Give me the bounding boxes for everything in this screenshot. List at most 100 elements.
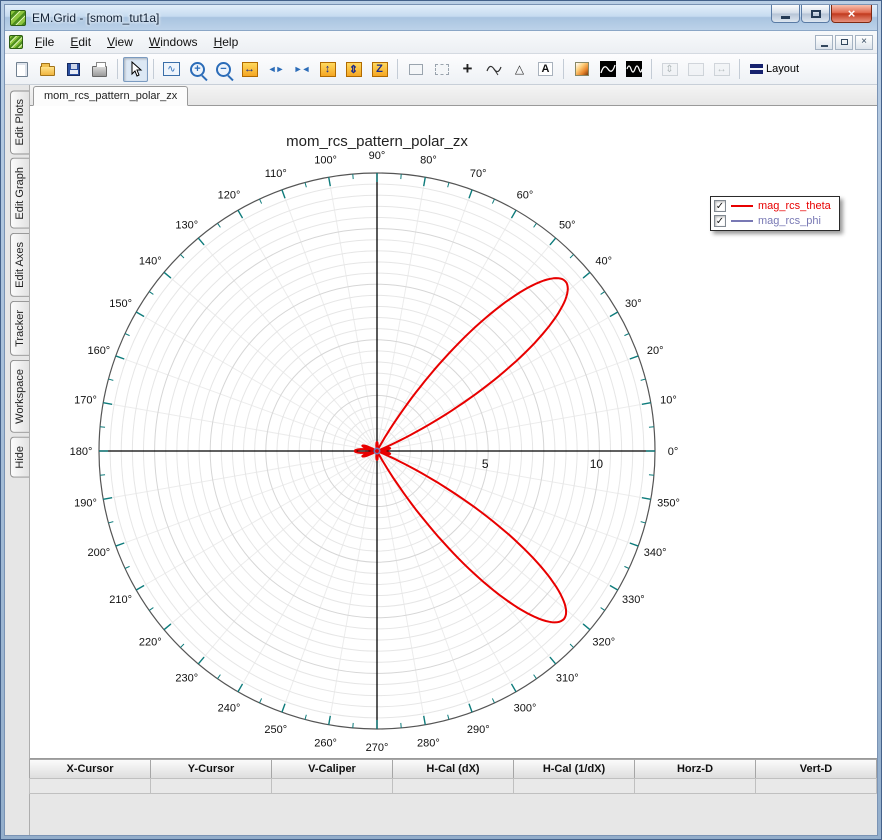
menu-bar: File Edit View Windows Help × — [5, 31, 877, 54]
minimize-button[interactable] — [771, 5, 800, 23]
title-bar[interactable]: EM.Grid - [smom_tut1a] × — [5, 5, 877, 31]
window-title: EM.Grid - [smom_tut1a] — [32, 10, 160, 25]
waveform-2-button[interactable] — [621, 57, 646, 82]
open-button[interactable] — [35, 57, 60, 82]
pan-vertical-button[interactable]: ⇕ — [341, 57, 366, 82]
crosshair-tool-icon: + — [462, 59, 473, 78]
child-window-icon[interactable] — [9, 35, 23, 49]
angle-tick — [624, 565, 630, 569]
angle-label-280: 280° — [417, 738, 440, 750]
collapse-horizontal-button[interactable]: ►◄ — [289, 57, 314, 82]
angle-tick — [163, 271, 172, 279]
sidebar-tab-edit-graph[interactable]: Edit Graph — [10, 158, 29, 230]
angle-tick — [549, 656, 557, 665]
print-button[interactable] — [87, 57, 112, 82]
child-minimize-icon — [820, 44, 828, 47]
angle-label-90: 90° — [369, 150, 386, 162]
angle-tick — [180, 254, 185, 259]
layout-button[interactable]: Layout — [745, 57, 804, 82]
angle-label-310: 310° — [556, 673, 579, 685]
value-y-cursor — [150, 778, 272, 794]
angle-label-350: 350° — [657, 497, 680, 509]
angle-label-20: 20° — [647, 345, 664, 357]
text-tool-button[interactable]: A — [533, 57, 558, 82]
marker-tool-button[interactable]: △ — [507, 57, 532, 82]
radius-label-10: 10 — [590, 457, 604, 471]
legend-checkbox-mag-rcs-phi[interactable]: ✓ — [714, 215, 726, 227]
waveform-1-button[interactable] — [595, 57, 620, 82]
legend-line-sample — [731, 205, 753, 207]
colormap-button[interactable] — [569, 57, 594, 82]
sidebar-tab-edit-plots[interactable]: Edit Plots — [10, 90, 29, 155]
angle-tick — [180, 643, 185, 648]
close-button[interactable]: × — [831, 5, 872, 23]
bottom-filler — [30, 794, 877, 835]
mdi-window-controls: × — [813, 34, 873, 50]
fit-vertical-button: ⇕ — [657, 57, 682, 82]
expand-vertical-button[interactable]: ↕ — [315, 57, 340, 82]
content-area: mom_rcs_pattern_polar_zx mom_rcs_pattern… — [29, 85, 877, 835]
sidebar-tab-tracker[interactable]: Tracker — [10, 300, 29, 356]
zoom-region-button[interactable]: ∿ — [159, 57, 184, 82]
angle-label-140: 140° — [139, 256, 162, 268]
app-icon — [10, 9, 26, 26]
angle-tick — [259, 198, 263, 204]
angle-label-110: 110° — [265, 168, 287, 180]
pan-horizontal-button[interactable]: ◄► — [263, 57, 288, 82]
menu-edit[interactable]: Edit — [62, 32, 99, 52]
legend-label: mag_rcs_theta — [758, 200, 831, 212]
sidebar-tab-hide[interactable]: Hide — [10, 436, 29, 478]
menu-file[interactable]: File — [27, 32, 62, 52]
tracker-tool-button[interactable] — [481, 57, 506, 82]
angle-tick — [135, 311, 145, 318]
angle-label-80: 80° — [420, 154, 437, 166]
autoscale-button[interactable]: Z — [367, 57, 392, 82]
zoom-out-button[interactable]: − — [211, 57, 236, 82]
angle-tick — [124, 565, 130, 569]
new-document-icon — [15, 61, 28, 77]
maximize-button[interactable] — [801, 5, 830, 23]
colormap-icon — [574, 62, 589, 76]
sidebar-tab-edit-axes[interactable]: Edit Axes — [10, 233, 29, 297]
header-y-cursor: Y-Cursor — [150, 759, 272, 779]
angle-label-220: 220° — [139, 636, 162, 648]
zoom-region-icon: ∿ — [163, 62, 180, 76]
angle-tick — [641, 497, 651, 500]
expand-horizontal-button[interactable]: ↔ — [237, 57, 262, 82]
angle-label-170: 170° — [74, 395, 97, 407]
rect-select-tool-button[interactable] — [403, 57, 428, 82]
child-minimize-button[interactable] — [815, 34, 833, 50]
crosshair-tool-button[interactable]: + — [455, 57, 480, 82]
angle-label-70: 70° — [470, 168, 487, 180]
region-tool-button[interactable] — [429, 57, 454, 82]
angle-label-230: 230° — [175, 673, 198, 685]
child-restore-button[interactable] — [835, 34, 853, 50]
menu-view[interactable]: View — [99, 32, 141, 52]
expand-vertical-icon: ↕ — [319, 61, 336, 77]
value-horz-d — [634, 778, 756, 794]
angle-tick — [103, 402, 113, 405]
header-v-caliper: V-Caliper — [271, 759, 393, 779]
child-restore-icon — [840, 39, 848, 45]
angle-label-40: 40° — [595, 256, 612, 268]
save-button[interactable] — [61, 57, 86, 82]
angle-label-270: 270° — [366, 742, 389, 754]
menu-help[interactable]: Help — [206, 32, 247, 52]
select-tool-button[interactable] — [123, 56, 148, 82]
child-close-button[interactable]: × — [855, 34, 873, 50]
angle-tick — [600, 607, 606, 611]
zoom-in-button[interactable]: + — [185, 57, 210, 82]
legend-checkbox-mag-rcs-theta[interactable]: ✓ — [714, 200, 726, 212]
main-row: Edit Plots Edit Graph Edit Axes Tracker Work… — [5, 85, 877, 835]
cursor-value-row — [29, 778, 877, 794]
angle-tick — [135, 584, 145, 591]
menu-windows[interactable]: Windows — [141, 32, 206, 52]
plot-tab-mom-rcs-pattern-polar-zx[interactable]: mom_rcs_pattern_polar_zx — [33, 86, 189, 106]
angle-label-30: 30° — [625, 298, 642, 310]
angle-label-250: 250° — [264, 724, 287, 736]
sidebar-tab-workspace[interactable]: Workspace — [10, 359, 29, 433]
value-vert-d — [755, 778, 877, 794]
angle-tick — [259, 698, 263, 704]
new-document-button[interactable] — [9, 57, 34, 82]
print-icon — [92, 61, 107, 77]
